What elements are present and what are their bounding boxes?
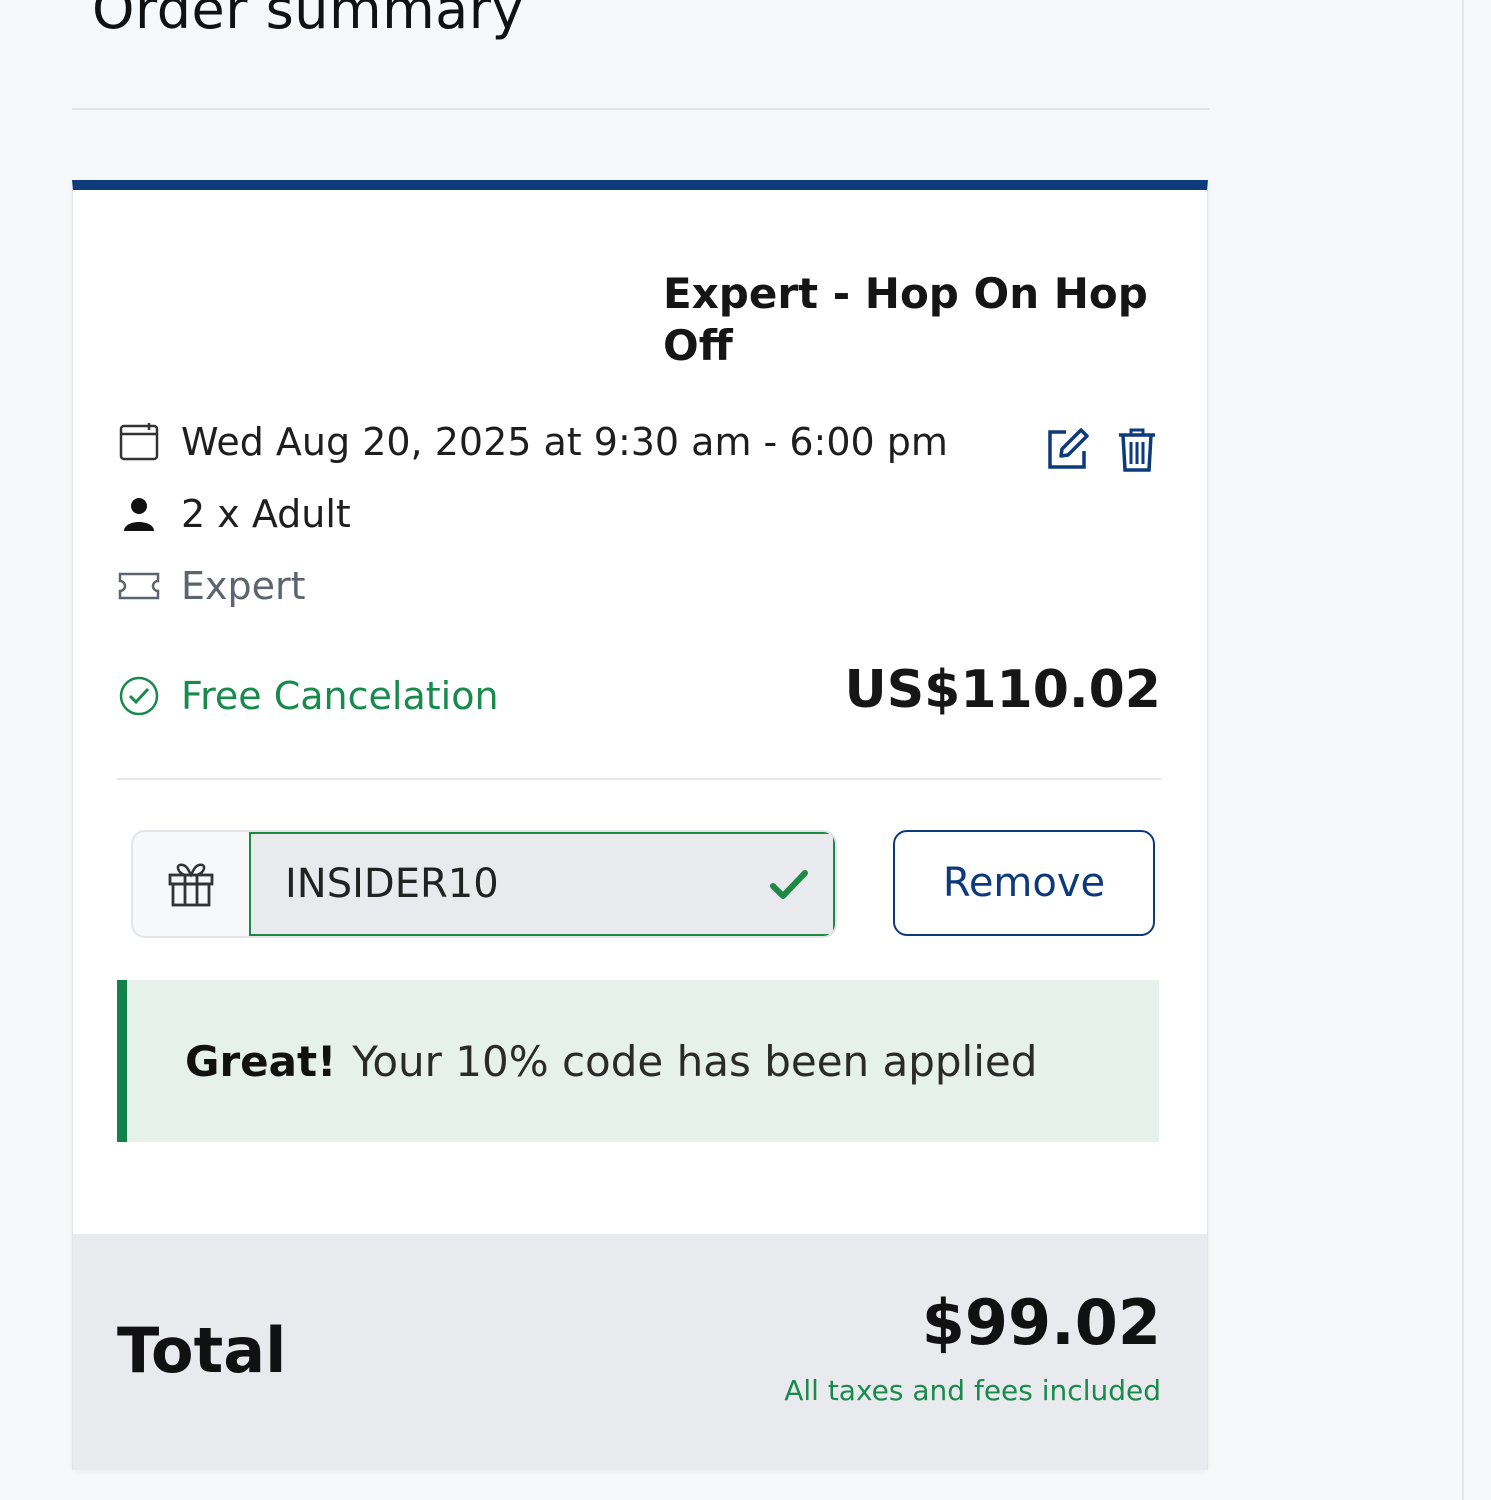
free-cancellation-label: Free Cancelation xyxy=(181,674,499,718)
promo-code-field xyxy=(249,832,835,936)
item-divider xyxy=(117,778,1161,780)
promo-code-group xyxy=(131,830,837,938)
booking-date-time: Wed Aug 20, 2025 at 9:30 am - 6:00 pm xyxy=(181,420,948,464)
variant-name: Expert xyxy=(181,564,306,608)
page-title: Order summary xyxy=(92,0,524,41)
item-actions xyxy=(1043,426,1161,474)
check-icon xyxy=(769,868,809,906)
variant-row: Expert xyxy=(117,564,306,608)
tickets-row: 2 x Adult xyxy=(117,492,351,536)
page-right-edge xyxy=(1462,0,1491,1500)
gift-icon xyxy=(133,832,249,936)
person-icon xyxy=(117,492,161,536)
cancellation-row: Free Cancelation xyxy=(117,674,499,718)
total-section: Total $99.02 All taxes and fees included xyxy=(73,1234,1207,1470)
taxes-note: All taxes and fees included xyxy=(784,1374,1161,1407)
item-price: US$110.02 xyxy=(844,660,1161,720)
total-amount: $99.02 xyxy=(921,1286,1161,1359)
total-label: Total xyxy=(117,1314,287,1387)
promo-success-banner: Great! Your 10% code has been applied xyxy=(117,980,1159,1142)
remove-promo-button[interactable]: Remove xyxy=(893,830,1155,936)
success-message: Your 10% code has been applied xyxy=(352,1036,1038,1086)
success-strong-text: Great! xyxy=(185,1036,337,1086)
edit-icon[interactable] xyxy=(1043,426,1091,474)
ticket-quantity: 2 x Adult xyxy=(181,492,351,536)
date-row: Wed Aug 20, 2025 at 9:30 am - 6:00 pm xyxy=(117,420,948,464)
product-title: Expert - Hop On Hop Off xyxy=(663,269,1148,370)
heading-divider xyxy=(72,108,1210,110)
ticket-icon xyxy=(117,564,161,608)
promo-code-input[interactable] xyxy=(285,861,803,907)
trash-icon[interactable] xyxy=(1113,426,1161,474)
order-summary-card: Expert - Hop On Hop Off Wed Aug 20, 2025… xyxy=(72,180,1208,1470)
calendar-icon xyxy=(117,420,161,464)
check-circle-icon xyxy=(117,674,161,718)
